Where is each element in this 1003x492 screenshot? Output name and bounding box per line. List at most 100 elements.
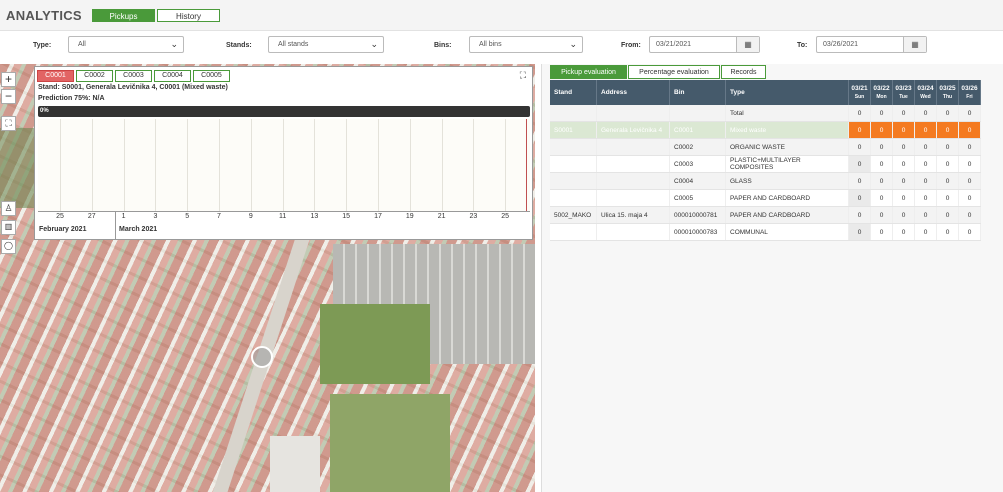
bin-button-c0002[interactable]: C0002 (76, 70, 113, 82)
table-row[interactable]: C0003 PLASTIC+MULTILAYER COMPOSITES 0 0 0 0 0 0 (550, 155, 981, 173)
evaluation-panel: Pickup evaluation Percentage evaluation … (541, 64, 1003, 492)
to-date-input[interactable]: 03/26/2021 ▦ (816, 36, 927, 53)
col-bin[interactable]: Bin (669, 80, 726, 105)
col-type[interactable]: Type (725, 80, 849, 105)
table-row[interactable]: 000010000783 COMMUNAL 0 0 0 0 0 0 (550, 223, 981, 241)
tab-pickups[interactable]: Pickups (92, 9, 155, 22)
month-label-feb: February 2021 (39, 226, 87, 233)
cell-stand (550, 155, 597, 173)
cell-value: 0 (936, 172, 959, 190)
x-tick-label: 27 (87, 213, 96, 220)
bin-button-c0003[interactable]: C0003 (115, 70, 152, 82)
x-tick-label: 19 (405, 213, 414, 220)
expand-icon[interactable]: ⛶ (520, 70, 526, 81)
grid-line (314, 119, 316, 211)
table-row[interactable]: C0004 GLASS 0 0 0 0 0 0 (550, 172, 981, 190)
cell-value: 0 (958, 105, 981, 122)
cell-value: 0 (870, 155, 893, 173)
cell-value: 0 (848, 172, 871, 190)
cell-value: 0 (958, 223, 981, 241)
cell-value: 0 (958, 121, 981, 139)
cell-value: 0 (936, 206, 959, 224)
col-address[interactable]: Address (596, 80, 670, 105)
day-date: 03/25 (939, 84, 956, 92)
cell-bin: 000010000781 (669, 206, 726, 224)
stand-marker[interactable] (251, 346, 273, 368)
cell-value: 0 (892, 172, 915, 190)
cell-value: 0 (914, 121, 937, 139)
cell-type: PAPER AND CARDBOARD (725, 206, 849, 224)
month-label-mar: March 2021 (119, 226, 158, 233)
zoom-out-button[interactable]: − (1, 89, 16, 104)
cell-value: 0 (892, 189, 915, 207)
col-day[interactable]: 03/23 Tue (892, 80, 915, 105)
cell-value: 0 (848, 105, 871, 122)
fill-level-percent: 0% (40, 108, 49, 114)
table-row[interactable]: Total 0 0 0 0 0 0 (550, 105, 981, 122)
cell-bin: 000010000783 (669, 223, 726, 241)
bins-select[interactable]: All bins ⌄ (469, 36, 583, 53)
day-date: 03/24 (917, 84, 934, 92)
bin-button-c0005[interactable]: C0005 (193, 70, 230, 82)
pickup-table: Stand Address Bin Type 03/21 Sun 03/22 Mon… (550, 80, 981, 241)
table-row[interactable]: C0002 ORGANIC WASTE 0 0 0 0 0 0 (550, 138, 981, 156)
cell-address: Generala Levičnika 4 (596, 121, 670, 139)
cell-value: 0 (958, 189, 981, 207)
grid-line (123, 119, 125, 211)
lasso-icon[interactable]: ◯ (1, 239, 16, 254)
day-dow: Mon (876, 93, 887, 100)
cell-value: 0 (892, 223, 915, 241)
grid-line (473, 119, 475, 211)
calendar-icon[interactable]: ▦ (736, 37, 759, 52)
grid-line (60, 119, 61, 211)
fullscreen-icon[interactable]: ⛶ (1, 116, 16, 131)
top-bar: ANALYTICS Pickups History (0, 0, 1003, 31)
cell-value: 0 (958, 206, 981, 224)
stands-select[interactable]: All stands ⌄ (268, 36, 384, 53)
cell-value: 0 (936, 138, 959, 156)
cell-value: 0 (892, 138, 915, 156)
tab-percentage-evaluation[interactable]: Percentage evaluation (628, 65, 720, 79)
cell-address: Ulica 15. maja 4 (596, 206, 670, 224)
table-row[interactable]: C0005 PAPER AND CARDBOARD 0 0 0 0 0 0 (550, 189, 981, 207)
tab-history[interactable]: History (157, 9, 220, 22)
cell-bin (669, 105, 726, 122)
cell-value: 0 (870, 105, 893, 122)
chevron-down-icon: ⌄ (370, 39, 378, 49)
cell-type: Mixed waste (725, 121, 849, 139)
map-field (330, 394, 450, 492)
stands-select-value: All stands (278, 41, 309, 48)
col-stand[interactable]: Stand (550, 80, 597, 105)
col-day[interactable]: 03/22 Mon (870, 80, 893, 105)
bin-button-c0001[interactable]: C0001 (37, 70, 74, 82)
grid-line (378, 119, 379, 211)
stand-chart-popup: C0001 C0002 C0003 C0004 C0005 ⛶ Stand: S… (34, 66, 533, 240)
x-tick-label: 25 (501, 213, 510, 220)
col-day[interactable]: 03/26 Fri (958, 80, 981, 105)
zoom-in-button[interactable]: + (1, 72, 16, 87)
cell-stand: 5002_MAKO (550, 206, 597, 224)
tab-records[interactable]: Records (721, 65, 766, 79)
from-date-input[interactable]: 03/21/2021 ▦ (649, 36, 760, 53)
street-view-icon[interactable]: ♙ (1, 201, 16, 216)
day-dow: Tue (899, 93, 908, 100)
table-row[interactable]: S0001 Generala Levičnika 4 C0001 Mixed wast… (550, 121, 981, 139)
stand-info: Stand: S0001, Generala Levičnika 4, C000… (38, 84, 228, 91)
col-day[interactable]: 03/21 Sun (848, 80, 871, 105)
day-dow: Sun (854, 93, 865, 100)
col-day[interactable]: 03/25 Thu (936, 80, 959, 105)
cell-address (596, 138, 670, 156)
today-line (526, 119, 527, 211)
bin-button-c0004[interactable]: C0004 (154, 70, 191, 82)
cell-value: 0 (958, 155, 981, 173)
to-label: To: (797, 42, 808, 49)
cell-value: 0 (870, 189, 893, 207)
calendar-icon[interactable]: ▦ (903, 37, 926, 52)
chart-icon[interactable]: ▥ (1, 220, 16, 235)
col-day[interactable]: 03/24 Wed (914, 80, 937, 105)
table-row[interactable]: 5002_MAKO Ulica 15. maja 4 000010000781 PAP… (550, 206, 981, 224)
tab-pickup-evaluation[interactable]: Pickup evaluation (550, 65, 627, 79)
type-select[interactable]: All ⌄ (68, 36, 184, 53)
cell-stand (550, 223, 597, 241)
cell-address (596, 155, 670, 173)
